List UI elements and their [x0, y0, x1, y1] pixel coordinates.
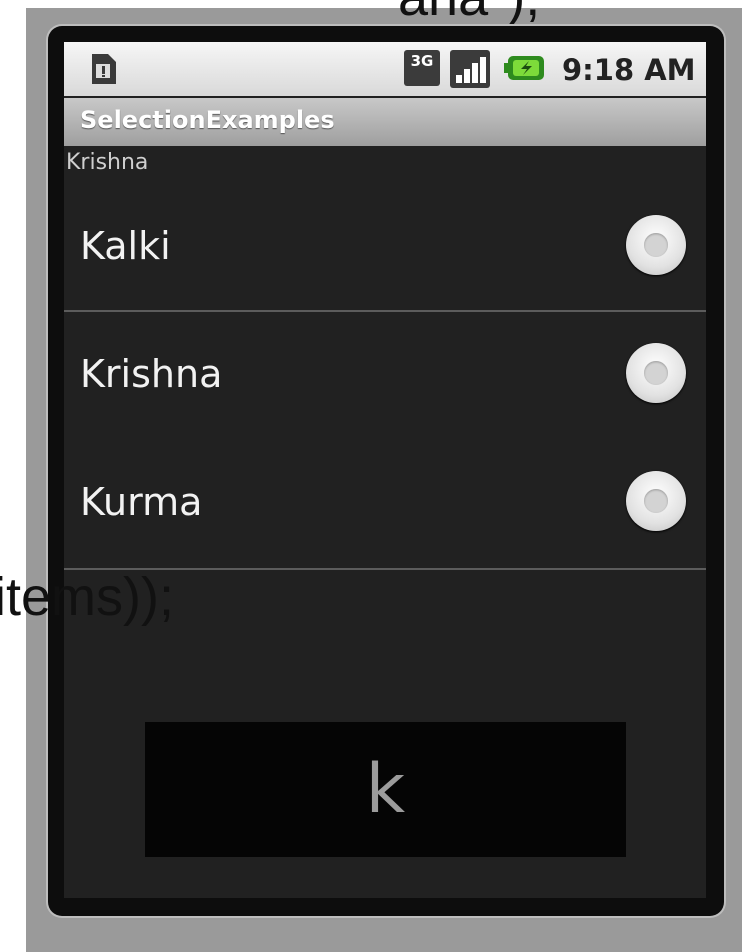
sim-card-icon: [92, 54, 116, 84]
device-screen: 3G 9:18 AM SelectionExamples Krishna Kal…: [64, 42, 706, 898]
selection-text: Krishna: [66, 150, 149, 175]
app-title: SelectionExamples: [80, 106, 335, 134]
3g-network-icon: 3G: [404, 50, 440, 86]
battery-charging-icon: [504, 56, 544, 80]
list-item-label: Krishna: [80, 352, 223, 396]
list-item[interactable]: Kurma: [64, 438, 706, 566]
radio-button[interactable]: [626, 215, 686, 275]
status-clock: 9:18 AM: [562, 53, 696, 87]
signal-strength-icon: [450, 50, 490, 88]
list-item-label: Kalki: [80, 224, 171, 268]
list-item-label: Kurma: [80, 480, 203, 524]
fast-scroll-letter-overlay: k: [145, 722, 626, 857]
status-bar: 3G 9:18 AM: [64, 42, 706, 96]
radio-list: Kalki Krishna Kurma: [64, 182, 706, 570]
network-label: 3G: [410, 52, 434, 70]
list-item[interactable]: Kalki: [64, 182, 706, 310]
app-title-bar: SelectionExamples: [64, 98, 706, 146]
radio-button[interactable]: [626, 471, 686, 531]
list-item[interactable]: Krishna: [64, 310, 706, 438]
overlay-letter: k: [365, 749, 406, 829]
radio-button[interactable]: [626, 343, 686, 403]
background-code-top: ana");: [398, 0, 540, 24]
background-code-middle: items));: [0, 567, 174, 627]
